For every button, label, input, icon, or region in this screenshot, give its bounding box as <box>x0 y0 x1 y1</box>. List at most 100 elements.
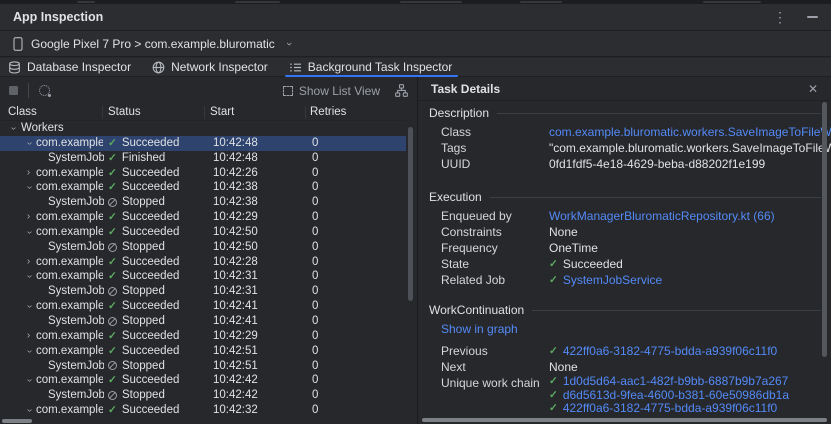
work-chain-link[interactable]: 422ff0a6-3182-4775-bdda-a939f06c11f0 <box>563 402 777 416</box>
table-row[interactable]: SystemJobSStopped10:42:380 <box>0 195 406 210</box>
check-icon: ✓ <box>108 344 117 359</box>
table-row[interactable]: ›com.example.bl✓Succeeded10:42:260 <box>0 166 406 181</box>
chevron-down-icon[interactable]: › <box>5 124 20 133</box>
row-status: ✓Succeeded <box>108 269 179 284</box>
detail-label: Enqueued by <box>441 208 512 224</box>
close-icon[interactable]: ✕ <box>808 82 818 96</box>
column-start[interactable]: Start <box>210 106 234 118</box>
chevron-down-icon[interactable]: › <box>21 139 36 148</box>
table-row[interactable]: ›com.example.bl✓Succeeded10:42:290 <box>0 329 406 344</box>
row-class: SystemJobS <box>48 284 104 299</box>
chevron-down-icon[interactable]: › <box>21 347 36 356</box>
graph-view-icon[interactable] <box>395 84 408 97</box>
table-row[interactable]: ›com.example.bl✓Succeeded10:42:320 <box>0 403 406 418</box>
tab-database-inspector[interactable]: Database Inspector <box>8 58 131 76</box>
column-status[interactable]: Status <box>108 106 141 118</box>
detail-link[interactable]: 422ff0a6-3182-4775-bdda-a939f06c11f0 <box>563 343 777 359</box>
tab-background-task-inspector[interactable]: Background Task Inspector <box>289 58 453 76</box>
stop-inspector-icon[interactable] <box>9 86 18 95</box>
row-status: ✓Succeeded <box>108 373 179 388</box>
stopped-icon <box>108 243 117 252</box>
row-status: ✓Succeeded <box>108 255 179 270</box>
table-row[interactable]: SystemJobS✓Finished10:42:480 <box>0 151 406 166</box>
row-start: 10:42:31 <box>213 269 258 284</box>
detail-value: OneTime <box>549 240 598 256</box>
details-horizontal-scrollbar[interactable] <box>422 418 827 422</box>
table-row[interactable]: SystemJobSStopped10:42:500 <box>0 240 406 255</box>
stopped-icon <box>108 287 117 296</box>
table-row[interactable]: ›com.example.bl✓Succeeded10:42:510 <box>0 344 406 359</box>
details-section: WorkContinuationShow in graphPrevious✓42… <box>418 303 831 416</box>
stopped-icon <box>108 361 117 370</box>
table-row[interactable]: ›com.example.bl✓Succeeded10:42:380 <box>0 180 406 195</box>
check-icon: ✓ <box>108 180 117 195</box>
device-selector-label: Google Pixel 7 Pro > com.example.bluroma… <box>31 37 275 51</box>
row-status: ✓Succeeded <box>108 299 179 314</box>
table-row[interactable]: SystemJobSStopped10:42:410 <box>0 314 406 329</box>
section-header: Description <box>418 106 831 120</box>
check-icon: ✓ <box>549 256 558 272</box>
show-in-graph-link[interactable]: Show in graph <box>441 321 518 337</box>
minimize-icon[interactable] <box>807 16 818 18</box>
stopped-icon <box>108 391 117 400</box>
table-vertical-scrollbar[interactable] <box>408 127 413 301</box>
work-chain-link[interactable]: 1d0d5d64-aac1-482f-b9bb-6887b9b7a267 <box>563 375 789 389</box>
table-row[interactable]: ›com.example.bl✓Succeeded10:42:290 <box>0 210 406 225</box>
detail-label: Unique work chain <box>441 375 540 391</box>
detail-link[interactable]: WorkManagerBluromaticRepository.kt (66) <box>549 208 775 224</box>
row-start: 10:42:29 <box>213 329 258 344</box>
chevron-right-icon[interactable]: › <box>24 255 33 270</box>
row-retries: 0 <box>312 388 318 403</box>
detail-link[interactable]: com.example.bluromatic.workers.SaveImage… <box>549 124 831 140</box>
row-start: 10:42:51 <box>213 359 258 374</box>
table-row[interactable]: ›com.example.bl✓Succeeded10:42:500 <box>0 225 406 240</box>
table-row[interactable]: ›com.example.bl✓Succeeded10:42:480 <box>0 136 406 151</box>
column-retries[interactable]: Retries <box>310 106 346 118</box>
table-row[interactable]: SystemJobSStopped10:42:510 <box>0 359 406 374</box>
chevron-right-icon[interactable]: › <box>24 329 33 344</box>
detail-link[interactable]: SystemJobService <box>563 272 662 288</box>
row-status: ✓Succeeded <box>108 166 179 181</box>
work-chain-link[interactable]: d6d5613d-9fea-4600-b381-60e50986db1a <box>563 389 789 403</box>
options-menu-icon[interactable]: ⋮ <box>773 10 787 24</box>
chevron-down-icon[interactable]: › <box>21 406 36 415</box>
table-row[interactable]: SystemJobSStopped10:42:420 <box>0 388 406 403</box>
app-inspection-window: App Inspection ⋮ Google Pixel 7 Pro > co… <box>0 0 831 424</box>
chevron-right-icon[interactable]: › <box>24 210 33 225</box>
tags-filter-icon[interactable] <box>39 85 50 96</box>
table-row[interactable]: ›com.example.bl✓Succeeded10:42:310 <box>0 269 406 284</box>
chevron-down-icon[interactable]: › <box>21 183 36 192</box>
check-icon: ✓ <box>108 166 117 181</box>
table-group-row[interactable]: › Workers <box>0 121 406 136</box>
table-row[interactable]: ›com.example.bl✓Succeeded10:42:280 <box>0 255 406 270</box>
row-start: 10:42:32 <box>213 403 258 418</box>
details-vertical-scrollbar[interactable] <box>822 102 827 357</box>
detail-value: ✓Succeeded <box>549 256 623 272</box>
row-class: SystemJobS <box>48 359 104 374</box>
table-row[interactable]: ›com.example.bl✓Succeeded10:42:410 <box>0 299 406 314</box>
chevron-down-icon[interactable]: › <box>21 302 36 311</box>
column-class[interactable]: Class <box>8 106 37 118</box>
row-class: com.example.bl <box>36 166 103 181</box>
row-status: ✓Succeeded <box>108 210 179 225</box>
table-horizontal-scrollbar[interactable] <box>2 419 32 423</box>
toolbar-separator <box>28 83 29 98</box>
check-icon: ✓ <box>108 210 117 225</box>
show-list-view-button[interactable]: Show List View <box>283 84 380 98</box>
table-row[interactable]: SystemJobSStopped10:42:310 <box>0 284 406 299</box>
table-row[interactable]: ›com.example.bl✓Succeeded10:42:420 <box>0 373 406 388</box>
check-icon: ✓ <box>549 402 558 416</box>
stopped-icon <box>108 198 117 207</box>
tasks-table-pane: Show List View Class Status Start Retrie… <box>0 77 417 424</box>
chevron-down-icon[interactable]: › <box>21 228 36 237</box>
row-class: com.example.bl <box>36 255 103 270</box>
chevron-down-icon[interactable]: › <box>21 376 36 385</box>
chevron-right-icon[interactable]: › <box>24 166 33 181</box>
tab-network-inspector[interactable]: Network Inspector <box>152 58 268 76</box>
device-selector[interactable]: Google Pixel 7 Pro > com.example.bluroma… <box>0 31 831 57</box>
chevron-down-icon[interactable]: › <box>21 272 36 281</box>
row-class: com.example.bl <box>36 269 103 284</box>
tab-label: Network Inspector <box>171 60 268 74</box>
row-retries: 0 <box>312 240 318 255</box>
check-icon: ✓ <box>108 373 117 388</box>
